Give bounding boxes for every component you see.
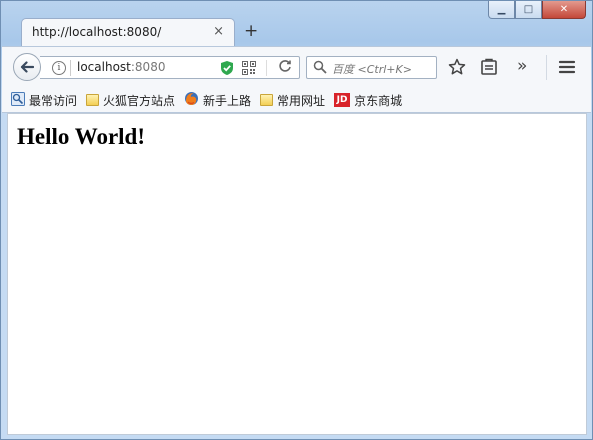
search-placeholder: 百度 <Ctrl+K> (332, 63, 412, 76)
jd-icon: JD (334, 93, 351, 107)
firefox-icon (184, 91, 199, 109)
overflow-menu-icon[interactable]: » (517, 56, 527, 76)
nav-toolbar: i localhost:8080 百度 <Ctrl+K> » (2, 46, 591, 89)
bookmark-label: 京东商城 (354, 93, 403, 108)
toolbar-separator (546, 55, 547, 80)
info-icon[interactable]: i (52, 61, 66, 75)
browser-window: ▁ □ ✕ http://localhost:8080/ × + i local… (0, 0, 593, 440)
window-caption-buttons: ▁ □ ✕ (488, 1, 586, 19)
search-bar[interactable]: 百度 <Ctrl+K> (306, 56, 437, 79)
bookmark-label: 新手上路 (203, 93, 252, 108)
tab-close-button[interactable]: × (213, 24, 224, 39)
folder-icon (86, 94, 100, 106)
shield-icon[interactable] (220, 60, 234, 79)
bookmark-common-sites[interactable]: 常用网址 (260, 92, 325, 109)
url-text[interactable]: localhost:8080 (77, 60, 165, 74)
bookmark-firefox-official[interactable]: 火狐官方站点 (86, 92, 175, 109)
bookmark-getting-started[interactable]: 新手上路 (184, 91, 251, 109)
page-content: Hello World! (7, 113, 587, 435)
url-separator (266, 60, 267, 76)
back-button[interactable] (13, 53, 41, 81)
maximize-button[interactable]: □ (515, 1, 542, 19)
close-window-button[interactable]: ✕ (542, 1, 586, 19)
url-bar[interactable]: i localhost:8080 (40, 56, 300, 79)
bookmark-label: 常用网址 (277, 93, 326, 108)
qr-code-icon[interactable] (242, 61, 256, 78)
bookmark-label: 最常访问 (29, 93, 78, 108)
tab-title: http://localhost:8080/ (32, 25, 162, 39)
reading-list-icon[interactable] (480, 58, 498, 79)
url-separator (70, 60, 71, 76)
search-icon (313, 60, 327, 77)
page-heading: Hello World! (17, 124, 145, 149)
back-arrow-icon (20, 61, 34, 73)
most-visited-icon (11, 91, 25, 109)
new-tab-button[interactable]: + (244, 21, 258, 41)
bookmark-star-icon[interactable] (448, 58, 466, 79)
minimize-button[interactable]: ▁ (488, 1, 515, 19)
folder-icon (260, 94, 274, 106)
bookmark-label: 火狐官方站点 (103, 93, 176, 108)
hamburger-menu-icon[interactable] (558, 58, 576, 79)
bookmarks-bar: 最常访问 火狐官方站点 新手上路 常用网址 JD 京东商城 (2, 88, 591, 113)
tab-localhost[interactable]: http://localhost:8080/ × (21, 18, 235, 47)
reload-icon[interactable] (278, 59, 292, 77)
bookmark-most-visited[interactable]: 最常访问 (11, 91, 78, 109)
bookmark-jd[interactable]: JD 京东商城 (334, 92, 402, 109)
